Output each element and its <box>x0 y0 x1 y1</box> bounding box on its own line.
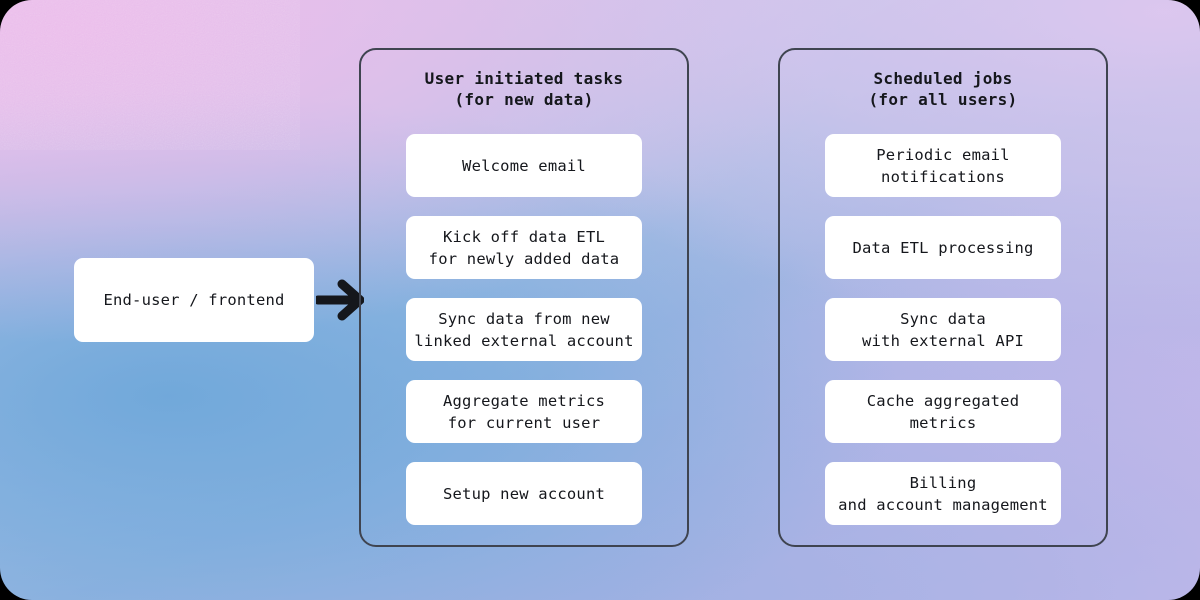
node-end-user-frontend[interactable]: End-user / frontend <box>74 258 314 342</box>
diagram-canvas: End-user / frontend User initiated tasks… <box>0 0 1200 600</box>
task-card[interactable]: Periodic email notifications <box>825 134 1061 197</box>
card-list-scheduled-jobs: Periodic email notifications Data ETL pr… <box>825 134 1061 525</box>
task-card[interactable]: Setup new account <box>406 462 642 525</box>
group-title-scheduled-jobs: Scheduled jobs (for all users) <box>868 69 1018 109</box>
task-card[interactable]: Sync data with external API <box>825 298 1061 361</box>
task-card[interactable]: Aggregate metrics for current user <box>406 380 642 443</box>
task-card[interactable]: Cache aggregated metrics <box>825 380 1061 443</box>
group-scheduled-jobs: Scheduled jobs (for all users) Periodic … <box>778 48 1108 547</box>
task-card[interactable]: Kick off data ETL for newly added data <box>406 216 642 279</box>
task-card[interactable]: Data ETL processing <box>825 216 1061 279</box>
right-arrow-icon <box>316 279 364 321</box>
group-user-initiated-tasks: User initiated tasks (for new data) Welc… <box>359 48 689 547</box>
task-card[interactable]: Welcome email <box>406 134 642 197</box>
group-title-user-initiated-tasks: User initiated tasks (for new data) <box>424 69 624 109</box>
card-list-user-initiated-tasks: Welcome email Kick off data ETL for newl… <box>406 134 642 525</box>
grain-texture-overlay <box>0 0 300 150</box>
task-card[interactable]: Billing and account management <box>825 462 1061 525</box>
task-card[interactable]: Sync data from new linked external accou… <box>406 298 642 361</box>
